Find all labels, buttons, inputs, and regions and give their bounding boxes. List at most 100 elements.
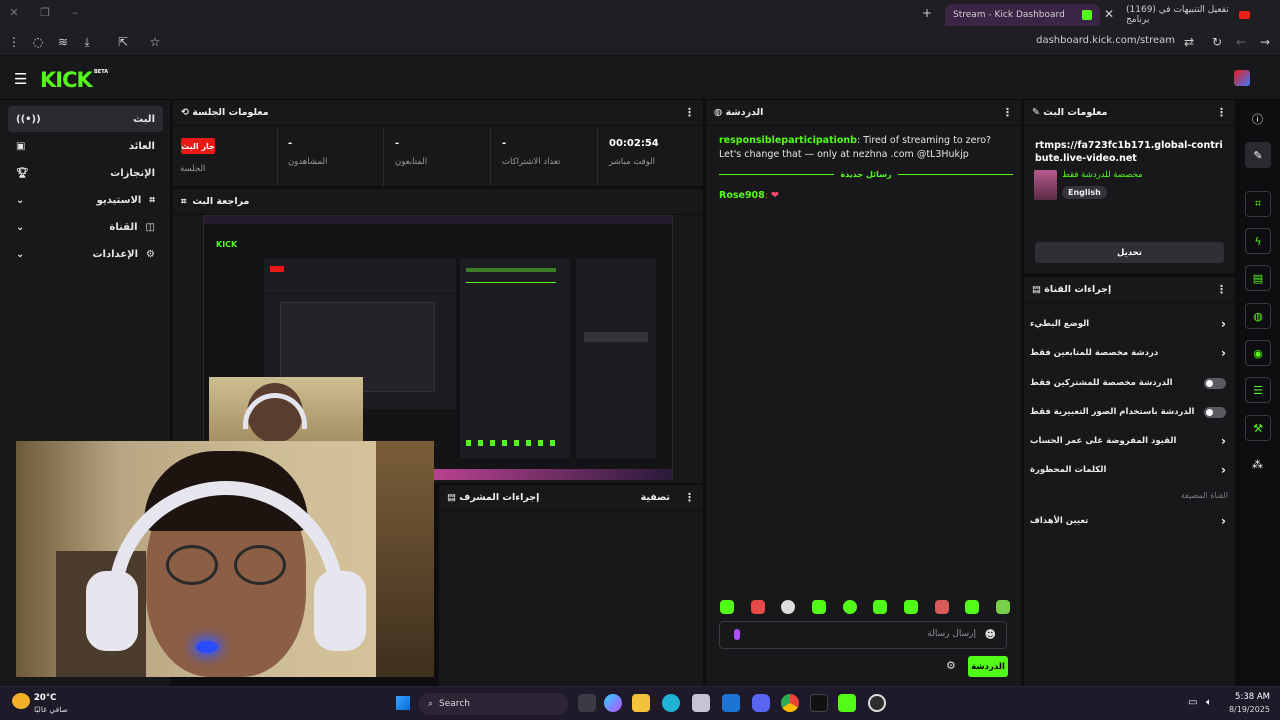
stat-live-time: 00:02:54 الوقت مباشر	[601, 138, 701, 167]
kick-logo[interactable]: KICK	[40, 68, 93, 92]
chevron-down-icon: ⌄	[16, 221, 25, 233]
emotes-only-toggle[interactable]	[1204, 406, 1226, 418]
sidebar-item-label: القناة	[109, 221, 138, 233]
taskbar-search[interactable]: ⌕ Search	[418, 693, 568, 715]
channel-icon: ◫	[145, 221, 155, 233]
weather-icon[interactable]	[12, 693, 30, 709]
emote-icon[interactable]	[811, 600, 826, 614]
money-icon: ▣	[16, 140, 26, 152]
setting-goals[interactable]: تعيين الأهداف ›	[1030, 510, 1226, 532]
studio-icon[interactable]: ⌗	[1245, 191, 1271, 217]
edit-stream-info-button[interactable]: تحديل	[1035, 242, 1224, 263]
sidebar-item-revenue[interactable]: ▣ العائد	[8, 133, 163, 159]
setting-account-age[interactable]: القيود المفروضة على عمر الحساب ›	[1030, 430, 1226, 452]
task-view-icon[interactable]	[578, 694, 596, 712]
setting-banned-words[interactable]: الكلمات المحظورة ›	[1030, 459, 1226, 481]
windows-start-icon[interactable]	[396, 696, 410, 710]
emote-icon[interactable]	[934, 600, 949, 614]
more-options-icon[interactable]: ⋮	[684, 106, 695, 119]
emote-icon[interactable]	[995, 600, 1010, 614]
forward-icon[interactable]: ←	[1232, 33, 1250, 51]
outlook-icon[interactable]	[722, 694, 740, 712]
setting-followers-only[interactable]: دردشة مخصصة للمتابعين فقط ›	[1030, 342, 1226, 364]
restore-window-icon[interactable]: ❐	[37, 6, 53, 22]
tab-title: Stream - Kick Dashboard	[953, 10, 1065, 20]
edit-layout-pencil-icon[interactable]: ✎	[1245, 142, 1271, 168]
emoji-icon[interactable]: ☻	[985, 628, 996, 641]
close-tab-icon[interactable]: ✕	[1100, 5, 1118, 23]
store-icon[interactable]	[692, 694, 710, 712]
emote-icon[interactable]	[720, 600, 734, 614]
share-icon[interactable]: ⇱	[114, 33, 132, 51]
sidebar-item-label: الإنجازات	[110, 167, 155, 179]
extension-icon[interactable]: ◌	[29, 33, 47, 51]
emote-icon[interactable]	[750, 600, 765, 614]
filter-button[interactable]: تصفية	[641, 492, 670, 503]
chat-settings-gear-icon[interactable]: ⚙	[946, 659, 956, 672]
chat-username[interactable]: responsibleparticipationb	[719, 135, 857, 146]
close-window-icon[interactable]: ✕	[6, 6, 22, 22]
setting-slow-mode[interactable]: الوضع البطيء ›	[1030, 313, 1226, 335]
chrome-icon[interactable]	[781, 694, 799, 712]
mod-actions-panel: ▤ إجراءات المشرف تصفية ⋮	[439, 485, 703, 686]
chat-input-placeholder: إرسال رسالة	[927, 629, 976, 639]
tab-kick-dashboard[interactable]: Stream - Kick Dashboard	[945, 4, 1100, 26]
lightning-icon[interactable]: ϟ	[1245, 228, 1271, 254]
sidebar-item-stream[interactable]: ((•)) البث	[8, 106, 163, 132]
file-explorer-icon[interactable]	[632, 694, 650, 712]
avatar[interactable]	[1234, 70, 1250, 86]
hamburger-menu-icon[interactable]: ☰	[14, 70, 27, 88]
chat-input[interactable]: إرسال رسالة ☻	[719, 621, 1007, 649]
network-icon[interactable]: ▭	[1188, 697, 1197, 708]
new-tab-icon[interactable]: +	[918, 4, 936, 22]
address-url[interactable]: dashboard.kick.com/stream	[1036, 35, 1175, 46]
panel-title: إجراءات المشرف	[459, 492, 540, 503]
edge-icon[interactable]	[662, 694, 680, 712]
send-chat-button[interactable]: الدردشة	[968, 656, 1008, 677]
back-icon[interactable]: →	[1256, 33, 1274, 51]
tab-youtube[interactable]: (1169) تفعيل التنبيهات في برنامج	[1118, 4, 1258, 26]
emote-icon[interactable]	[903, 600, 918, 614]
sidebar-item-settings[interactable]: ⌄ الإعدادات ⚙	[8, 241, 163, 267]
more-options-icon[interactable]: ⋮	[1216, 283, 1227, 296]
kick-app-icon[interactable]	[838, 694, 856, 712]
bookmark-star-icon[interactable]: ☆	[146, 33, 164, 51]
site-settings-icon[interactable]: ⇄	[1180, 33, 1198, 51]
clock-date[interactable]: 8/19/2025	[1222, 705, 1270, 714]
obs-icon[interactable]	[868, 694, 886, 712]
reload-icon[interactable]: ↻	[1208, 33, 1226, 51]
sidebar-item-studio[interactable]: ⌄ الاستيديو ⌗	[8, 187, 163, 213]
search-label: Search	[439, 699, 470, 709]
category-name[interactable]: مخصصة للدردشة فقط	[1062, 170, 1143, 180]
minimize-window-icon[interactable]: –	[67, 6, 83, 22]
sidebar-item-achievements[interactable]: 🏆︎ الإنجازات	[8, 160, 163, 186]
chat-username[interactable]: Rose908	[719, 190, 765, 201]
broadcast-icon[interactable]: ◉	[1245, 340, 1271, 366]
emote-icon[interactable]	[781, 600, 796, 614]
layout-icon[interactable]: ☰	[1245, 377, 1271, 403]
more-options-icon[interactable]: ⋮	[1002, 106, 1013, 119]
menu-dots-icon[interactable]: ⋮	[5, 33, 23, 51]
shapes-icon[interactable]: ⁂	[1252, 458, 1263, 471]
chat-bubble-icon[interactable]: ◍	[1245, 303, 1271, 329]
more-options-icon[interactable]: ⋮	[684, 491, 695, 504]
subscribers-only-toggle[interactable]	[1204, 377, 1226, 389]
download-icon[interactable]: ⤓	[78, 33, 96, 51]
sidebar-item-channel[interactable]: ⌄ القناة ◫	[8, 214, 163, 240]
wrench-icon[interactable]: ⚒	[1245, 415, 1271, 441]
clock-time[interactable]: 5:38 AM	[1222, 692, 1270, 702]
emote-icon[interactable]	[873, 600, 888, 614]
emote-icon[interactable]	[965, 600, 980, 614]
info-icon[interactable]: ⓘ	[1252, 111, 1263, 127]
discord-icon[interactable]	[752, 694, 770, 712]
emote-icon[interactable]	[842, 600, 857, 614]
document-icon[interactable]: ▤	[1245, 265, 1271, 291]
copilot-icon[interactable]	[604, 694, 622, 712]
volume-icon[interactable]: 🔈︎	[1206, 697, 1212, 708]
terminal-icon[interactable]	[810, 694, 828, 712]
language-badge: English	[1062, 186, 1107, 199]
extensions-menu-icon[interactable]: ≋	[54, 33, 72, 51]
microphone-icon[interactable]	[734, 629, 740, 640]
chevron-right-icon: ›	[1221, 514, 1226, 528]
more-options-icon[interactable]: ⋮	[1216, 106, 1227, 119]
